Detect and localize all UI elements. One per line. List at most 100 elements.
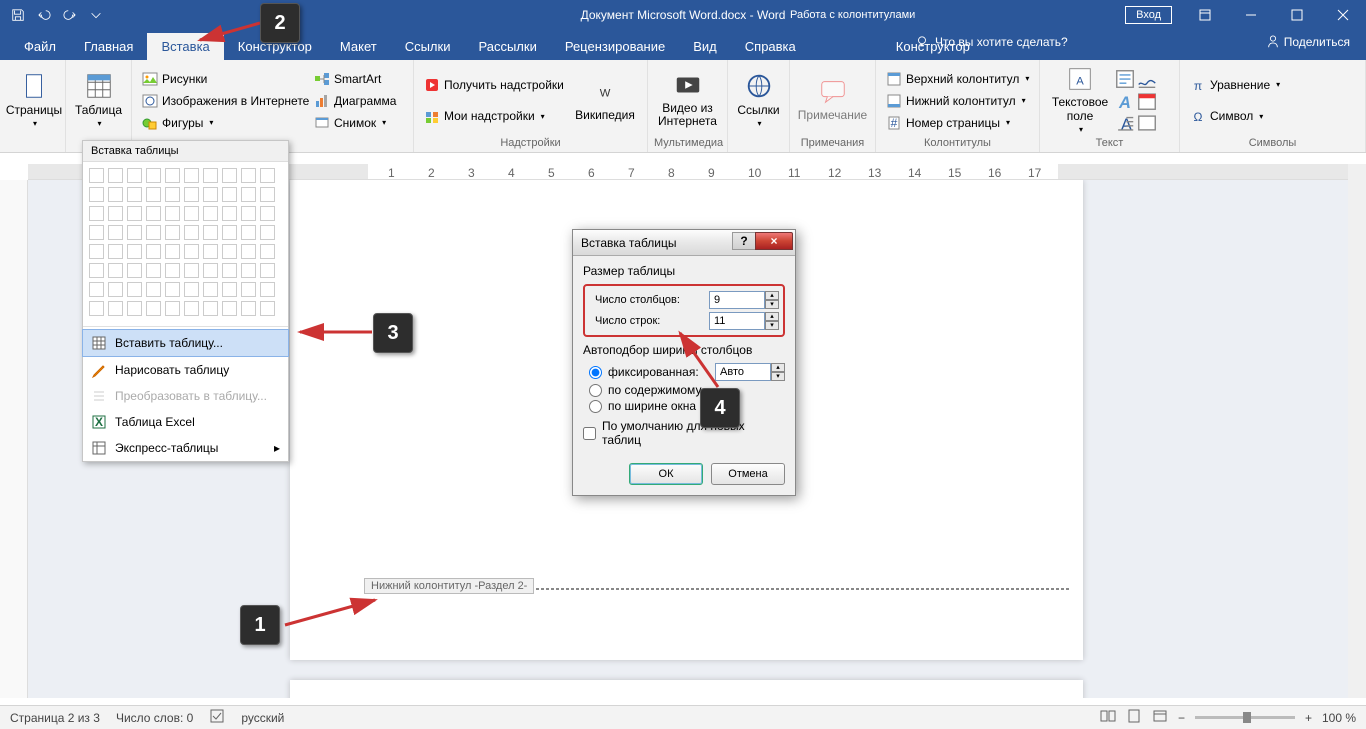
zoom-slider[interactable] [1195,716,1295,719]
rows-input[interactable] [709,312,765,330]
tab-mailings[interactable]: Рассылки [464,33,550,60]
fixed-spinner[interactable]: ▴▾ [771,363,785,381]
quick-parts-icon[interactable] [1114,68,1136,90]
zoom-in-button[interactable]: + [1305,711,1312,725]
menu-insert-table[interactable]: Вставить таблицу... [82,329,289,357]
table-grid-picker[interactable] [83,162,288,324]
symbol-button[interactable]: ΩСимвол▾ [1186,105,1284,127]
share-button[interactable]: Поделиться [1266,35,1350,49]
svg-text:A: A [1076,76,1084,88]
save-icon[interactable] [6,3,30,27]
remember-checkbox[interactable] [583,427,596,440]
page-indicator[interactable]: Страница 2 из 3 [10,711,100,725]
get-addins-button[interactable]: Получить надстройки [420,74,570,96]
svg-text:π: π [1194,79,1202,93]
tab-layout[interactable]: Макет [326,33,391,60]
context-tab-title: Работа с колонтитулами [770,9,935,21]
group-pages: Страницы▾ [0,60,66,152]
fixed-width-radio[interactable] [589,366,602,379]
zoom-level[interactable]: 100 % [1322,711,1356,725]
print-layout-icon[interactable] [1126,708,1142,727]
callout-4: 4 [700,388,740,428]
size-section-label: Размер таблицы [583,264,785,278]
window-label: по ширине окна [608,399,696,413]
dialog-title: Вставка таблицы [581,236,677,250]
svg-text:A: A [1121,115,1132,133]
footer-button[interactable]: Нижний колонтитул▾ [882,90,1033,112]
insert-table-dialog: Вставка таблицы ? × Размер таблицы Число… [572,229,796,496]
header-button[interactable]: Верхний колонтитул▾ [882,68,1033,90]
footer-section-tag: Нижний колонтитул -Раздел 2- [364,578,534,594]
tab-help[interactable]: Справка [731,33,810,60]
dialog-close-button[interactable]: × [755,232,793,250]
callout-1: 1 [240,605,280,645]
tab-review[interactable]: Рецензирование [551,33,679,60]
chart-button[interactable]: Диаграмма [310,90,407,112]
ribbon-display-icon[interactable] [1182,0,1228,29]
tab-references[interactable]: Ссылки [391,33,465,60]
autofit-window-radio[interactable] [589,400,602,413]
tab-file[interactable]: Файл [10,33,70,60]
tab-view[interactable]: Вид [679,33,731,60]
login-button[interactable]: Вход [1125,6,1172,24]
columns-spinner[interactable]: ▴▾ [765,291,779,309]
screenshot-button[interactable]: Снимок▾ [310,112,407,134]
wordart-icon[interactable]: A [1114,90,1136,112]
qat-customize-icon[interactable] [84,3,108,27]
svg-text:A: A [1118,93,1131,111]
group-links: Ссылки▾ [728,60,790,152]
dropdown-title: Вставка таблицы [83,141,288,162]
vertical-scrollbar[interactable] [1348,164,1366,698]
cancel-button[interactable]: Отмена [711,463,785,485]
menu-draw-table[interactable]: Нарисовать таблицу [83,357,288,383]
rows-spinner[interactable]: ▴▾ [765,312,779,330]
maximize-icon[interactable] [1274,0,1320,29]
signature-line-icon[interactable] [1136,68,1158,90]
dialog-help-button[interactable]: ? [732,232,756,250]
wikipedia-button[interactable]: WВикипедия [570,64,640,134]
redo-icon[interactable] [58,3,82,27]
table-button[interactable]: Таблица▾ [72,64,125,134]
statusbar: Страница 2 из 3 Число слов: 0 русский − … [0,705,1366,729]
read-mode-icon[interactable] [1100,708,1116,727]
menu-excel-table[interactable]: XТаблица Excel [83,409,288,435]
zoom-out-button[interactable]: − [1178,711,1185,725]
object-icon[interactable] [1136,112,1158,134]
online-video-button[interactable]: Видео из Интернета [654,64,721,134]
spell-check-icon[interactable] [209,708,225,727]
pages-button[interactable]: Страницы▾ [6,64,62,134]
menu-convert-table: Преобразовать в таблицу... [83,383,288,409]
my-addins-button[interactable]: Мои надстройки▾ [420,105,570,127]
svg-text:X: X [95,415,103,429]
remember-label: По умолчанию для новых таблиц [602,419,785,447]
page-number-button[interactable]: #Номер страницы▾ [882,112,1033,134]
menu-quick-tables[interactable]: Экспресс-таблицы▸ [83,435,288,461]
drop-cap-icon[interactable]: A [1114,112,1136,134]
word-count[interactable]: Число слов: 0 [116,711,193,725]
fixed-width-input[interactable] [715,363,771,381]
tab-home[interactable]: Главная [70,33,147,60]
undo-icon[interactable] [32,3,56,27]
columns-input[interactable] [709,291,765,309]
language-indicator[interactable]: русский [241,711,284,725]
dialog-titlebar[interactable]: Вставка таблицы ? × [573,230,795,256]
ok-button[interactable]: ОК [629,463,703,485]
vertical-ruler[interactable] [0,180,28,698]
tell-me-search[interactable]: Что вы хотите сделать? [905,35,1078,49]
web-layout-icon[interactable] [1152,708,1168,727]
page-2[interactable] [290,680,1083,698]
equation-button[interactable]: πУравнение▾ [1186,74,1284,96]
online-pictures-button[interactable]: Изображения в Интернете [138,90,310,112]
tab-insert[interactable]: Вставка [147,33,223,60]
textbox-button[interactable]: AТекстовое поле▾ [1046,64,1114,134]
columns-label: Число столбцов: [595,294,680,306]
date-time-icon[interactable] [1136,90,1158,112]
links-button[interactable]: Ссылки▾ [734,64,783,134]
shapes-button[interactable]: Фигуры▾ [138,112,310,134]
group-text: AТекстовое поле▾ A A Текст [1040,60,1180,152]
autofit-content-radio[interactable] [589,384,602,397]
minimize-icon[interactable] [1228,0,1274,29]
close-icon[interactable] [1320,0,1366,29]
smartart-button[interactable]: SmartArt [310,68,407,90]
pictures-button[interactable]: Рисунки [138,68,310,90]
